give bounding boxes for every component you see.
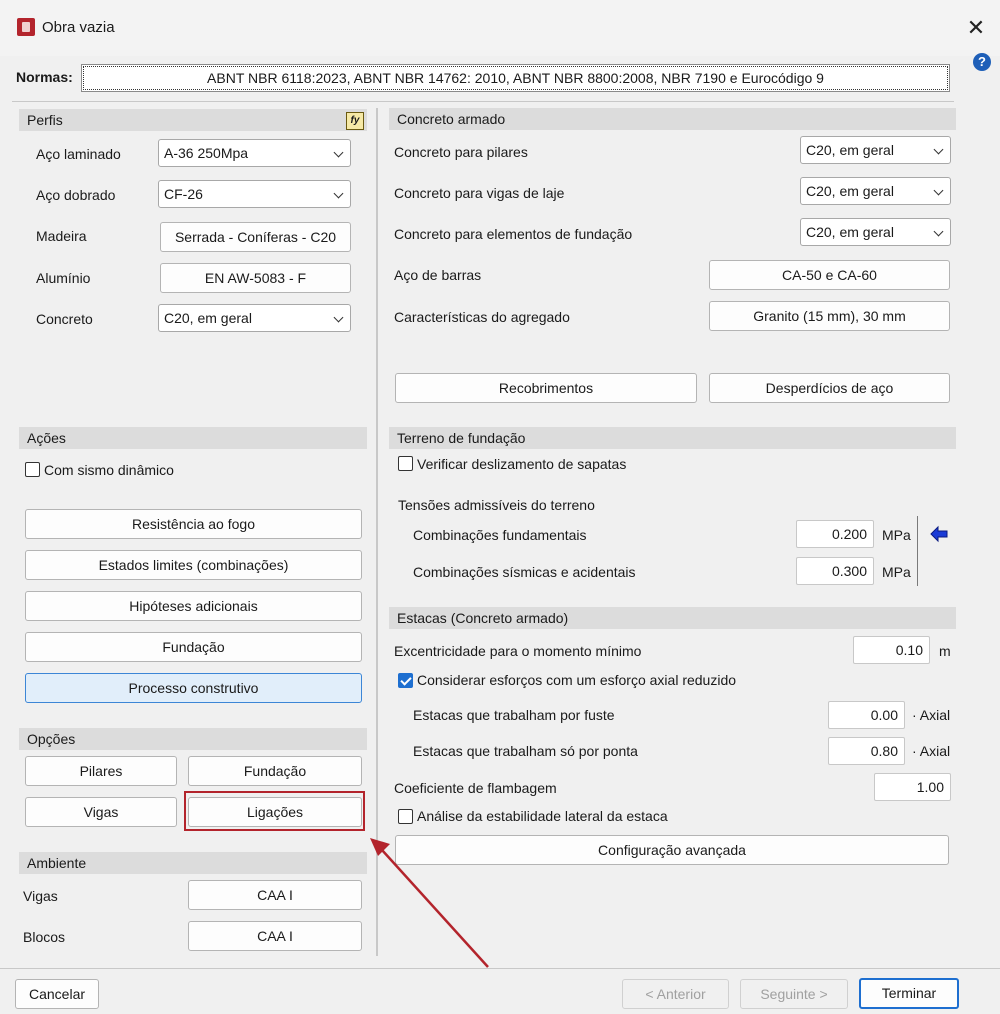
estados-limites-button[interactable]: Estados limites (combinações) xyxy=(25,550,362,580)
aco-laminado-label: Aço laminado xyxy=(36,146,121,162)
excentricidade-input[interactable]: 0.10 xyxy=(853,636,930,664)
sismicas-input[interactable]: 0.300 xyxy=(796,557,874,585)
fundacao-opcoes-button[interactable]: Fundação xyxy=(188,756,362,786)
concreto-label: Concreto xyxy=(36,311,93,327)
concreto-pilares-select[interactable]: C20, em geral xyxy=(800,136,951,164)
fundamentais-unit: MPa xyxy=(882,527,911,543)
reduzido-label: Considerar esforços com um esforço axial… xyxy=(417,672,737,688)
ponta-label: Estacas que trabalham só por ponta xyxy=(413,743,638,759)
help-icon[interactable]: ? xyxy=(973,53,991,71)
ambiente-vigas-label: Vigas xyxy=(23,888,58,904)
desperdicios-button[interactable]: Desperdícios de aço xyxy=(709,373,950,403)
resistencia-fogo-button[interactable]: Resistência ao fogo xyxy=(25,509,362,539)
ambiente-blocos-button[interactable]: CAA I xyxy=(188,921,362,951)
flambagem-input[interactable]: 1.00 xyxy=(874,773,951,801)
aco-dobrado-select[interactable]: CF-26 xyxy=(158,180,351,208)
acoes-header: Ações xyxy=(19,427,367,449)
madeira-button[interactable]: Serrada - Coníferas - C20 xyxy=(160,222,351,252)
aco-dobrado-label: Aço dobrado xyxy=(36,187,116,203)
fy-icon[interactable]: fy xyxy=(346,112,364,130)
chevron-down-icon xyxy=(333,188,344,199)
sismo-checkbox[interactable] xyxy=(25,462,40,477)
agregado-button[interactable]: Granito (15 mm), 30 mm xyxy=(709,301,950,331)
recobrimentos-button[interactable]: Recobrimentos xyxy=(395,373,697,403)
fuste-input[interactable]: 0.00 xyxy=(828,701,905,729)
pilares-button[interactable]: Pilares xyxy=(25,756,177,786)
aluminio-button[interactable]: EN AW-5083 - F xyxy=(160,263,351,293)
ambiente-blocos-label: Blocos xyxy=(23,929,66,945)
prev-button[interactable]: < Anterior xyxy=(622,979,729,1009)
next-button[interactable]: Seguinte > xyxy=(740,979,848,1009)
estabilidade-checkbox[interactable] xyxy=(398,809,413,824)
sismicas-label: Combinações sísmicas e acidentais xyxy=(413,564,636,580)
fundamentais-label: Combinações fundamentais xyxy=(413,527,587,543)
tensoes-label: Tensões admissíveis do terreno xyxy=(398,497,595,513)
ponta-input[interactable]: 0.80 xyxy=(828,737,905,765)
aco-laminado-select[interactable]: A-36 250Mpa xyxy=(158,139,351,167)
ponta-unit: · Axial xyxy=(912,743,951,759)
footer-divider xyxy=(0,968,1000,969)
link-bracket xyxy=(917,516,918,586)
reduzido-checkbox[interactable] xyxy=(398,673,413,688)
aluminio-label: Alumínio xyxy=(36,270,91,286)
terreno-header: Terreno de fundação xyxy=(389,427,956,449)
annotation-highlight xyxy=(184,791,365,831)
normas-label: Normas: xyxy=(16,69,73,85)
annotation-arrow xyxy=(370,838,489,968)
finish-button[interactable]: Terminar xyxy=(859,978,959,1009)
fuste-label: Estacas que trabalham por fuste xyxy=(413,707,615,723)
opcoes-header: Opções xyxy=(19,728,367,750)
app-icon xyxy=(17,18,35,36)
deslizamento-label: Verificar deslizamento de sapatas xyxy=(417,456,627,472)
ambiente-vigas-button[interactable]: CAA I xyxy=(188,880,362,910)
fuste-unit: · Axial xyxy=(912,707,951,723)
agregado-label: Características do agregado xyxy=(394,309,570,325)
normas-field[interactable]: ABNT NBR 6118:2023, ABNT NBR 14762: 2010… xyxy=(81,64,950,92)
window-title: Obra vazia xyxy=(42,19,115,36)
aco-barras-label: Aço de barras xyxy=(394,267,482,283)
concreto-select[interactable]: C20, em geral xyxy=(158,304,351,332)
cancel-button[interactable]: Cancelar xyxy=(15,979,99,1009)
deslizamento-checkbox[interactable] xyxy=(398,456,413,471)
concreto-fundacao-select[interactable]: C20, em geral xyxy=(800,218,951,246)
concreto-armado-header: Concreto armado xyxy=(389,108,956,130)
arrow-left-icon[interactable] xyxy=(928,523,950,545)
concreto-vigas-laje-select[interactable]: C20, em geral xyxy=(800,177,951,205)
title-bar xyxy=(0,0,1000,56)
sismicas-unit: MPa xyxy=(882,564,911,580)
estabilidade-label: Análise da estabilidade lateral da estac… xyxy=(417,808,668,824)
column-divider xyxy=(376,108,378,956)
top-divider xyxy=(12,101,954,102)
excentricidade-label: Excentricidade para o momento mínimo xyxy=(394,643,642,659)
sismo-label: Com sismo dinâmico xyxy=(44,462,174,478)
excentricidade-unit: m xyxy=(939,643,951,659)
concreto-vigas-laje-label: Concreto para vigas de laje xyxy=(394,185,565,201)
perfis-header: Perfis xyxy=(19,109,367,131)
estacas-header: Estacas (Concreto armado) xyxy=(389,607,956,629)
chevron-down-icon xyxy=(933,144,944,155)
chevron-down-icon xyxy=(333,312,344,323)
fundacao-acoes-button[interactable]: Fundação xyxy=(25,632,362,662)
vigas-button[interactable]: Vigas xyxy=(25,797,177,827)
concreto-pilares-label: Concreto para pilares xyxy=(394,144,528,160)
ambiente-header: Ambiente xyxy=(19,852,367,874)
aco-barras-button[interactable]: CA-50 e CA-60 xyxy=(709,260,950,290)
fundamentais-input[interactable]: 0.200 xyxy=(796,520,874,548)
madeira-label: Madeira xyxy=(36,228,87,244)
chevron-down-icon xyxy=(333,147,344,158)
close-icon[interactable]: ✕ xyxy=(960,12,992,44)
processo-construtivo-button[interactable]: Processo construtivo xyxy=(25,673,362,703)
concreto-fundacao-label: Concreto para elementos de fundação xyxy=(394,226,633,242)
chevron-down-icon xyxy=(933,226,944,237)
hipoteses-adicionais-button[interactable]: Hipóteses adicionais xyxy=(25,591,362,621)
flambagem-label: Coeficiente de flambagem xyxy=(394,780,557,796)
chevron-down-icon xyxy=(933,185,944,196)
